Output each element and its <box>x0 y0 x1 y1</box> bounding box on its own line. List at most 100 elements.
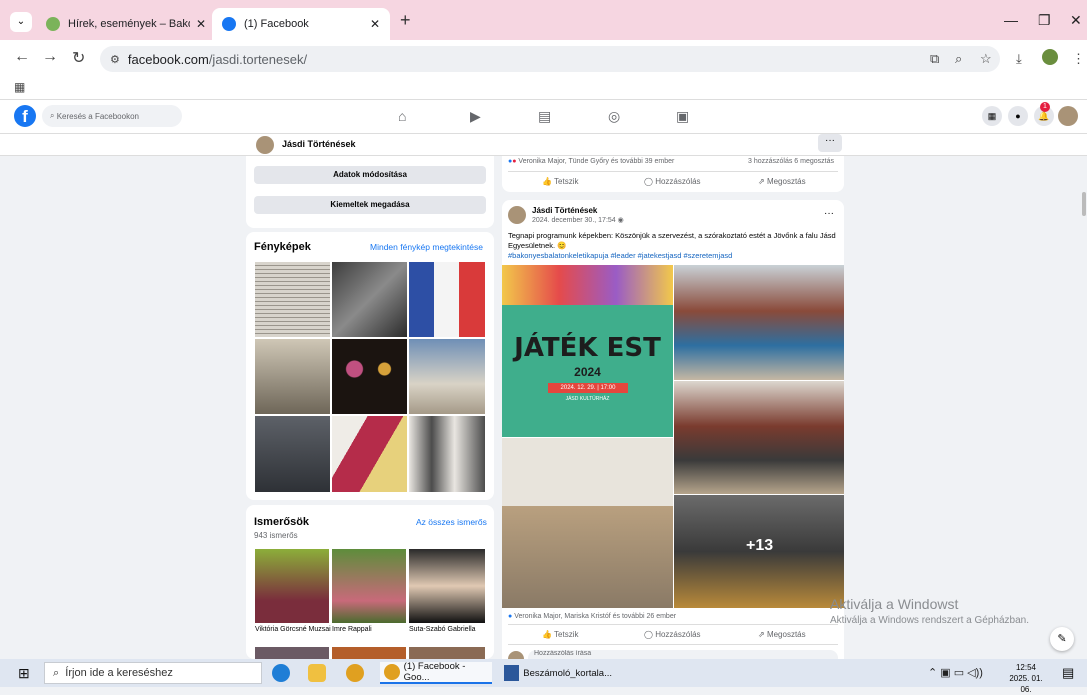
site-favicon-icon <box>46 17 60 31</box>
photo-hall[interactable] <box>502 438 673 608</box>
taskbar-search-input[interactable]: ⌕ Írjon ide a kereséshez <box>44 662 262 684</box>
tab-bakony[interactable]: Hírek, események – Bakony és B ✕ <box>36 8 216 40</box>
menu-icon[interactable]: ⋮ <box>1072 51 1085 67</box>
tab-facebook[interactable]: (1) Facebook ✕ <box>212 8 390 40</box>
url-path: /jasdi.tortenesek/ <box>208 51 308 67</box>
account-avatar[interactable] <box>1058 106 1078 126</box>
windows-start-icon[interactable]: ⊞ <box>18 665 30 682</box>
clock[interactable]: 12:54 2025. 01. 06. <box>1004 662 1048 695</box>
edit-details-button[interactable]: Adatok módosítása <box>254 166 486 184</box>
taskbar-app-chrome[interactable]: (1) Facebook - Goo... <box>380 661 492 684</box>
post-author[interactable]: Jásdi Történések <box>532 206 597 215</box>
taskbar-app-word[interactable]: Beszámoló_kortala... <box>500 662 612 684</box>
photo-exhibition-1[interactable] <box>255 416 330 492</box>
zoom-icon[interactable]: ⌕ <box>955 51 962 67</box>
forward-icon[interactable]: → <box>42 48 58 66</box>
post-reaction-summary[interactable]: ● Veronika Major, Mariska Kristóf és tov… <box>508 613 676 620</box>
reload-icon[interactable]: ↻ <box>72 48 85 68</box>
photo-advent-candles[interactable] <box>332 339 407 414</box>
see-all-friends-link[interactable]: Az összes ismerős <box>416 517 487 527</box>
friend-photo[interactable] <box>409 549 485 623</box>
like-label: Tetszik <box>554 177 579 186</box>
file-explorer-icon[interactable] <box>308 664 326 682</box>
like-button[interactable]: 👍 Tetszik <box>542 177 579 186</box>
new-message-icon[interactable]: ✎ <box>1050 627 1074 651</box>
facebook-search-input[interactable]: ⌕ Keresés a Facebookon <box>42 105 182 127</box>
bookmark-star-icon[interactable]: ☆ <box>980 51 992 67</box>
photo-exhibition-2[interactable] <box>332 416 407 492</box>
poster-image[interactable]: JÁTÉK EST 2024 2024. 12. 29. | 17:00 JÁS… <box>502 265 673 437</box>
address-bar[interactable]: ⚙ facebook.com/jasdi.tortenesek/ <box>100 46 1000 72</box>
share-button[interactable]: ⇗ Megosztás <box>758 177 806 186</box>
restore-icon[interactable]: ❐ <box>1038 12 1051 29</box>
share-button[interactable]: ⇗ Megosztás <box>758 630 806 639</box>
photo-flag[interactable] <box>409 262 485 337</box>
download-icon[interactable]: ⤓ <box>1016 51 1022 67</box>
photo-building[interactable] <box>409 339 485 414</box>
highlights-button[interactable]: Kiemeltek megadása <box>254 196 486 214</box>
friend-name[interactable]: Suta-Szabó Gabriella <box>409 626 476 633</box>
more-options-button[interactable]: ··· <box>818 134 842 152</box>
tray-icons[interactable]: ⌃ ▣ ▭ ◁)) <box>928 666 983 679</box>
menu-grid-icon[interactable]: ▦ <box>982 106 1002 126</box>
close-tab-icon[interactable]: ✕ <box>196 17 206 31</box>
divider <box>508 624 838 625</box>
comment-button[interactable]: ◯ Hozzászólás <box>644 177 701 186</box>
tab-search-button[interactable]: ⌄ <box>10 12 32 32</box>
site-info-icon[interactable]: ⚙ <box>110 53 120 66</box>
back-icon[interactable]: ← <box>14 48 30 66</box>
friend-photo[interactable] <box>409 647 485 659</box>
friend-photo[interactable] <box>255 549 329 623</box>
author-avatar[interactable] <box>508 206 526 224</box>
home-icon[interactable]: ⌂ <box>398 108 406 124</box>
photo-foosball[interactable] <box>674 381 844 494</box>
friend-name[interactable]: Viktória Görcsné Muzsai <box>255 626 331 633</box>
photo-newspaper[interactable] <box>255 262 330 337</box>
video-icon[interactable]: ▶ <box>470 108 481 125</box>
page-avatar[interactable] <box>256 136 274 154</box>
photo-ping-pong[interactable] <box>674 265 844 380</box>
edge-icon[interactable] <box>272 664 290 682</box>
see-all-photos-link[interactable]: Minden fénykép megtekintése <box>370 242 483 252</box>
friend-photo[interactable] <box>255 647 329 659</box>
photo-exhibition-3[interactable] <box>409 416 485 492</box>
reaction-summary[interactable]: ●● Veronika Major, Tünde Győry és tovább… <box>508 158 674 165</box>
post-date[interactable]: 2024. december 30., 17:54 ◉ <box>532 216 624 224</box>
new-tab-button[interactable]: + <box>400 10 411 31</box>
like-reaction-icon: ● <box>508 613 513 620</box>
marketplace-icon[interactable]: ▤ <box>538 108 551 125</box>
close-tab-icon[interactable]: ✕ <box>370 17 380 31</box>
friend-photo[interactable] <box>332 647 406 659</box>
photo-hands[interactable] <box>332 262 407 337</box>
like-button[interactable]: 👍 Tetszik <box>542 630 579 639</box>
apps-grid-icon[interactable]: ▦ <box>14 80 25 94</box>
more-photos-count: +13 <box>746 537 774 554</box>
profile-avatar[interactable] <box>1042 49 1058 65</box>
cast-icon[interactable]: ⧉ <box>930 51 939 67</box>
post-stats[interactable]: 3 hozzászólás 6 megosztás <box>748 158 834 165</box>
friend-name[interactable]: Imre Rappali <box>332 626 372 633</box>
post-card: Jásdi Történések 2024. december 30., 17:… <box>502 200 844 659</box>
post-hashtags[interactable]: #bakonyesbalatonkeletikapuja #leader #ja… <box>508 251 840 260</box>
friends-card: Ismerősök Az összes ismerős 943 ismerős … <box>246 505 494 659</box>
page-name[interactable]: Jásdi Történések <box>282 139 356 149</box>
photo-old-street[interactable] <box>255 339 330 414</box>
facebook-logo-icon[interactable]: f <box>14 105 36 127</box>
post-options-icon[interactable]: ··· <box>824 208 834 219</box>
minimize-icon[interactable]: — <box>1004 12 1018 28</box>
page-scrollbar[interactable] <box>1082 192 1086 216</box>
reaction-names: Veronika Major, Tünde Győry és további 3… <box>518 158 675 165</box>
comment-button[interactable]: ◯ Hozzászólás <box>644 630 701 639</box>
close-window-icon[interactable]: ✕ <box>1070 12 1082 29</box>
photo-more[interactable]: +13 <box>674 495 844 608</box>
comment-input[interactable]: Hozzászólás írása <box>528 650 838 659</box>
clock-date: 2025. 01. 06. <box>1009 674 1043 694</box>
groups-icon[interactable]: ◎ <box>608 108 620 125</box>
notification-center-icon[interactable]: ▤ <box>1062 665 1074 681</box>
messenger-icon[interactable]: ● <box>1008 106 1028 126</box>
friend-photo[interactable] <box>332 549 406 623</box>
gaming-icon[interactable]: ▣ <box>676 108 689 125</box>
activation-watermark-title: Aktiválja a Windowst <box>830 596 959 612</box>
chrome-icon[interactable] <box>346 664 364 682</box>
taskbar-app-label: Beszámoló_kortala... <box>523 667 612 679</box>
